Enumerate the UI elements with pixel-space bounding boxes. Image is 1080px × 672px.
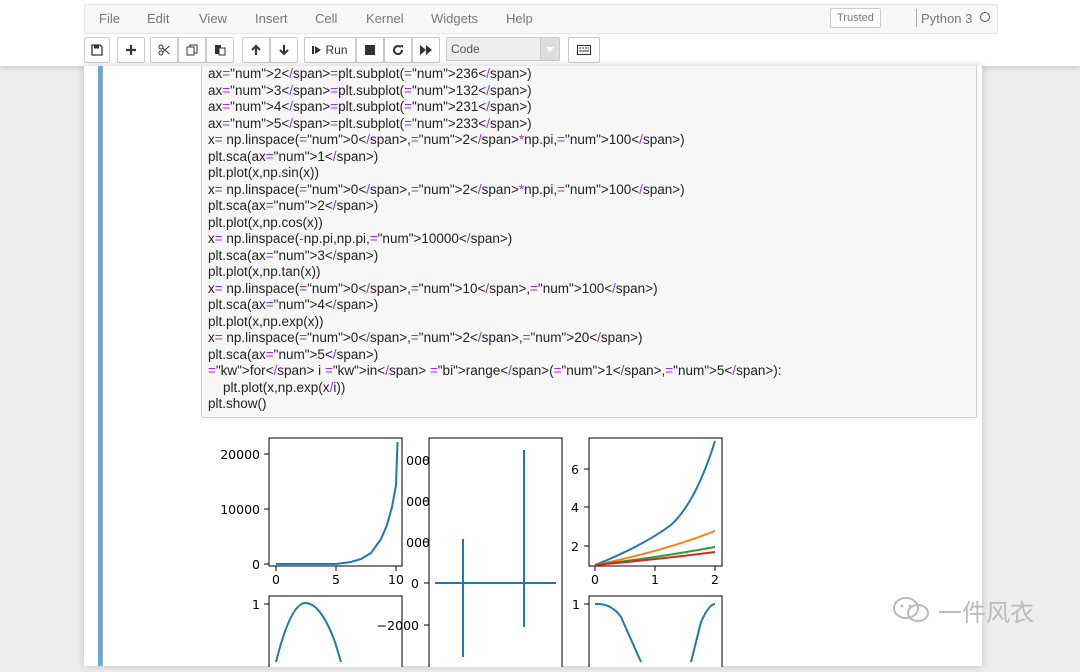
cell-type-select[interactable]: Code	[446, 37, 560, 61]
run-button[interactable]: Run	[304, 37, 356, 63]
multi-x-ticks: 0 1 2	[591, 566, 719, 587]
paste-button[interactable]	[206, 37, 234, 63]
code-line: plt.sca(ax="num">1</span>)	[208, 148, 379, 164]
menu-insert[interactable]: Insert	[255, 11, 288, 26]
wechat-icon	[892, 596, 932, 629]
multi-exp-axes	[588, 437, 723, 567]
multi-ytick-label: 4	[571, 500, 579, 515]
code-line: plt.sca(ax="num">3</span>)	[208, 247, 379, 263]
code-line: ax="num">5</span>=plt.subplot(="num">233…	[208, 115, 532, 131]
tan-ytick-label: 000	[406, 535, 430, 550]
code-line: ax="num">2</span>=plt.subplot(="num">236…	[208, 66, 532, 81]
code-line: ax="num">4</span>=plt.subplot(="num">231…	[208, 99, 532, 114]
exp-y-ticks: 20000 10000 0	[220, 447, 269, 572]
cos-y-ticks: 1	[572, 597, 589, 612]
run-label: Run	[325, 43, 348, 57]
run-all-button[interactable]	[412, 37, 440, 63]
move-down-button[interactable]	[270, 37, 298, 63]
multi-ytick-label: 2	[571, 539, 579, 554]
interrupt-button[interactable]	[356, 37, 384, 63]
multi-y-ticks: 6 4 2	[571, 462, 589, 554]
subplot-figure: 20000 10000 0 0 5 10 000 000 000 0 −2000	[220, 437, 723, 672]
code-line: plt.sca(ax="num">5</span>)	[208, 346, 379, 362]
menu-widgets[interactable]: Widgets	[431, 11, 478, 26]
code-line: plt.plot(x,np.cos(x))	[208, 214, 323, 230]
menu-view[interactable]: View	[199, 11, 227, 26]
scissors-icon	[158, 44, 170, 56]
cell-output: 20000 10000 0 0 5 10 000 000 000 0 −2000	[201, 427, 761, 672]
multi-ytick-label: 6	[571, 462, 579, 477]
keyboard-icon	[577, 45, 591, 55]
code-line: ="kw">for</span> i ="kw">in</span> ="bi"…	[208, 363, 782, 378]
save-icon	[91, 44, 103, 56]
selected-cell-indicator	[98, 66, 102, 666]
exp-xtick-label: 5	[332, 572, 340, 587]
code-line: x= np.linspace(-np.pi,np.pi,="num">10000…	[208, 231, 513, 246]
sin-ytick-label: 1	[252, 597, 260, 612]
menu-file[interactable]: File	[99, 11, 120, 26]
kernel-name[interactable]: Python 3	[921, 11, 972, 26]
tan-axes	[428, 437, 563, 672]
notebook-header: File Edit View Insert Cell Kernel Widget…	[0, 0, 1080, 66]
multi-xtick-label: 0	[591, 572, 599, 587]
menu-edit[interactable]: Edit	[147, 11, 169, 26]
menu-help[interactable]: Help	[506, 11, 533, 26]
restart-button[interactable]	[384, 37, 412, 63]
chevron-down-icon	[540, 38, 559, 60]
code-line: x= np.linspace(="num">0</span>,="num">2<…	[208, 181, 685, 197]
menubar: File Edit View Insert Cell Kernel Widget…	[84, 4, 998, 34]
code-line: plt.plot(x,np.tan(x))	[208, 264, 321, 279]
stop-icon	[365, 45, 375, 55]
kernel-idle-icon	[980, 12, 990, 22]
exp-ytick-label: 20000	[220, 447, 260, 462]
code-text[interactable]: ax="num">2</span>=plt.subplot(="num">236…	[208, 66, 781, 413]
multi-xtick-label: 2	[711, 572, 719, 587]
code-line: ax="num">3</span>=plt.subplot(="num">132…	[208, 82, 532, 98]
code-line: x= np.linspace(="num">0</span>,="num">2<…	[208, 132, 685, 147]
tan-ytick-label: −2000	[377, 618, 419, 633]
fast-forward-icon	[420, 45, 432, 55]
multi-xtick-label: 1	[651, 572, 659, 587]
trusted-badge[interactable]: Trusted	[830, 8, 881, 28]
paste-icon	[215, 45, 226, 56]
exp-ytick-label: 0	[252, 557, 260, 572]
cell-type-value: Code	[451, 42, 480, 56]
menu-cell[interactable]: Cell	[315, 11, 337, 26]
arrow-down-icon	[279, 45, 289, 56]
step-forward-icon	[312, 46, 322, 54]
copy-icon	[186, 44, 198, 56]
code-line: x= np.linspace(="num">0</span>,="num">10…	[208, 280, 658, 296]
code-line: plt.plot(x,np.exp(x/i))	[208, 379, 346, 395]
code-line: plt.plot(x,np.sin(x))	[208, 165, 320, 180]
insert-cell-button[interactable]	[117, 37, 145, 63]
save-button[interactable]	[84, 37, 110, 63]
move-up-button[interactable]	[242, 37, 270, 63]
code-line: plt.sca(ax="num">2</span>)	[208, 198, 379, 213]
sin-y-ticks: 1	[252, 597, 269, 612]
plus-icon	[126, 45, 136, 55]
cut-button[interactable]	[150, 37, 178, 63]
code-line: x= np.linspace(="num">0</span>,="num">2<…	[208, 330, 643, 345]
tan-ytick-label: 000	[406, 453, 430, 468]
menu-kernel[interactable]: Kernel	[366, 11, 404, 26]
cos-ytick-label: 1	[572, 597, 580, 612]
code-line: plt.plot(x,np.exp(x))	[208, 313, 324, 329]
tan-ytick-label: 0	[411, 576, 419, 591]
exp-ytick-label: 10000	[220, 502, 260, 517]
refresh-icon	[393, 45, 404, 56]
kernel-divider	[916, 9, 917, 27]
code-line: plt.sca(ax="num">4</span>)	[208, 297, 379, 312]
tan-ytick-label: 000	[406, 494, 430, 509]
command-palette-button[interactable]	[568, 37, 600, 63]
exp-x-ticks: 0 5 10	[272, 566, 404, 587]
code-line: plt.show()	[208, 396, 267, 411]
exp-axes	[268, 437, 403, 567]
arrow-up-icon	[251, 44, 261, 55]
watermark-text: 一件风衣	[938, 600, 1034, 627]
copy-button[interactable]	[178, 37, 206, 63]
exp-xtick-label: 10	[388, 572, 404, 587]
exp-xtick-label: 0	[272, 572, 280, 587]
